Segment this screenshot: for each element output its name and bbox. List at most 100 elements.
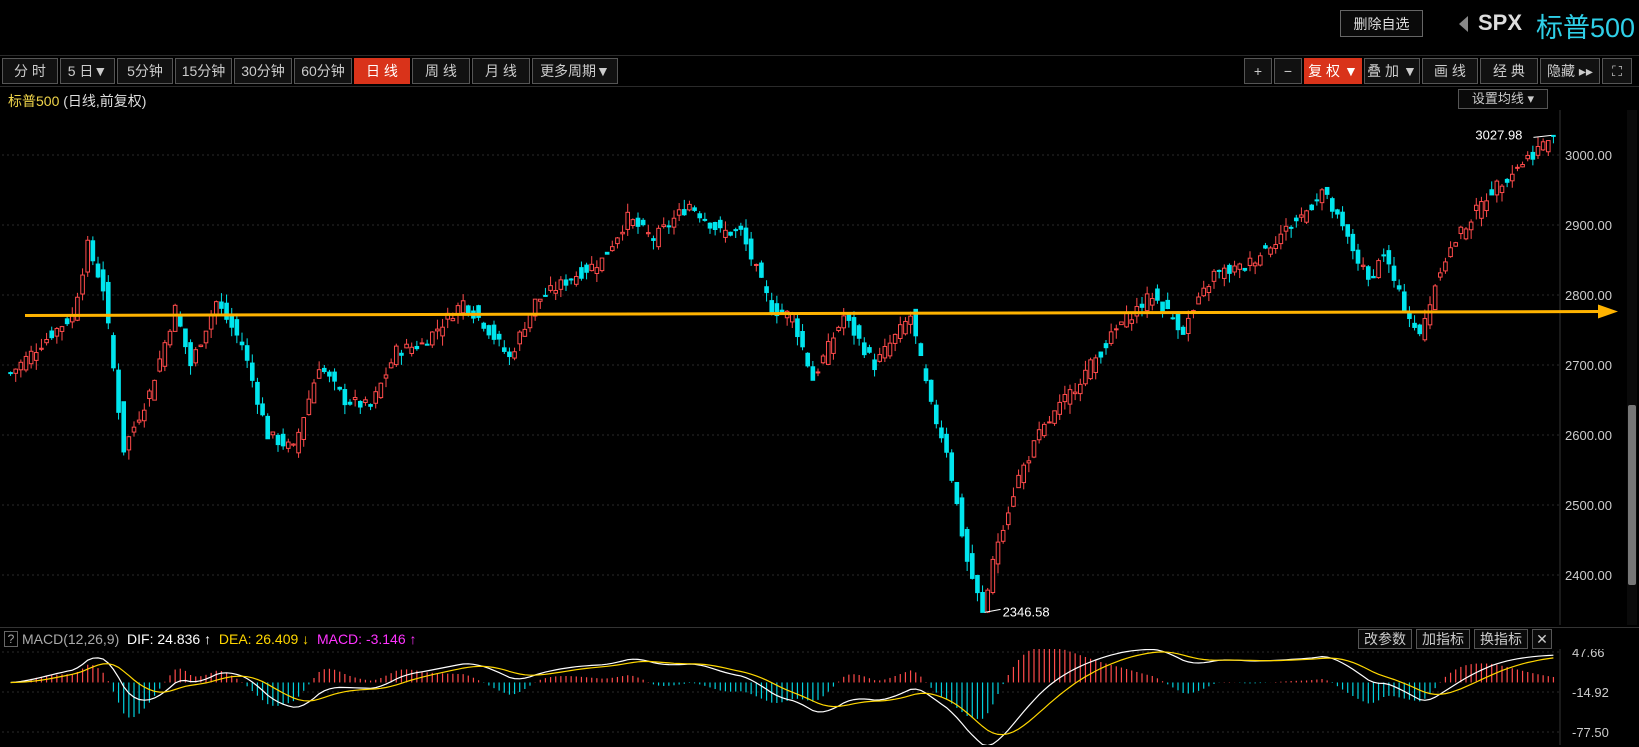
candle-body[interactable] [121, 401, 127, 453]
candle-body[interactable] [615, 237, 620, 245]
candle-body[interactable] [738, 225, 744, 230]
candle-body[interactable] [1350, 233, 1356, 252]
candle-body[interactable] [867, 347, 872, 353]
candle-body[interactable] [928, 379, 934, 402]
candle-body[interactable] [1448, 247, 1453, 258]
candle-body[interactable] [1365, 266, 1371, 280]
candle-body[interactable] [1432, 285, 1438, 311]
candle-body[interactable] [1437, 272, 1443, 278]
candle-body[interactable] [1041, 423, 1047, 437]
ma-settings-button[interactable]: 设置均线 ▾ [1458, 89, 1548, 109]
candle-body[interactable] [553, 290, 559, 294]
candle-body[interactable] [805, 352, 811, 367]
candle-body[interactable] [224, 302, 229, 320]
candle-body[interactable] [100, 269, 106, 292]
candle-body[interactable] [1088, 359, 1093, 380]
candle-body[interactable] [527, 313, 533, 329]
candle-body[interactable] [877, 354, 883, 362]
candle-body[interactable] [630, 219, 636, 226]
candle-body[interactable] [697, 213, 703, 219]
overlay-button[interactable]: 叠 加 ▼ [1364, 58, 1420, 84]
candle-body[interactable] [908, 315, 913, 325]
period-15min[interactable]: 15分钟 [175, 58, 232, 84]
candle-body[interactable] [368, 404, 373, 407]
price-chart[interactable]: 3000.00 2900.00 2800.00 2700.00 2600.00 2500.… [0, 110, 1627, 625]
candle-body[interactable] [301, 417, 307, 440]
candle-body[interactable] [748, 238, 754, 260]
candle-body[interactable] [609, 246, 615, 252]
candle-body[interactable] [501, 347, 507, 352]
candle-body[interactable] [239, 341, 245, 346]
help-icon[interactable]: ? [4, 631, 18, 647]
candle-body[interactable] [1268, 247, 1273, 255]
candle-body[interactable] [1422, 318, 1428, 341]
candle-body[interactable] [1453, 242, 1459, 247]
candle-body[interactable] [1484, 200, 1489, 212]
hide-button[interactable]: 隐藏 ▸▸ [1540, 58, 1600, 84]
candle-body[interactable] [1540, 141, 1546, 151]
candle-body[interactable] [954, 482, 960, 504]
candle-body[interactable] [49, 330, 55, 339]
prev-symbol-icon[interactable] [1459, 16, 1468, 32]
candle-body[interactable] [712, 222, 718, 231]
candle-body[interactable] [393, 345, 399, 366]
candle-body[interactable] [681, 209, 687, 216]
candle-body[interactable] [8, 372, 13, 375]
candle-body[interactable] [1113, 328, 1119, 331]
candle-body[interactable] [357, 400, 363, 408]
candle-body[interactable] [589, 263, 595, 272]
candle-body[interactable] [980, 591, 985, 613]
classic-button[interactable]: 经 典 [1480, 58, 1538, 84]
candle-body[interactable] [33, 352, 39, 361]
candle-body[interactable] [1401, 291, 1407, 311]
candle-body[interactable] [645, 232, 651, 235]
candle-body[interactable] [985, 589, 991, 613]
candle-body[interactable] [522, 328, 528, 337]
candle-body[interactable] [1304, 210, 1309, 223]
candle-body[interactable] [1257, 255, 1263, 266]
candle-body[interactable] [131, 426, 137, 433]
candle-body[interactable] [450, 318, 456, 322]
period-5min[interactable]: 5分钟 [117, 58, 173, 84]
candle-body[interactable] [404, 343, 409, 349]
candle-body[interactable] [995, 541, 1001, 565]
candle-body[interactable] [486, 325, 492, 336]
candle-body[interactable] [409, 346, 415, 354]
candle-body[interactable] [1499, 185, 1505, 194]
candle-body[interactable] [990, 558, 996, 594]
candle-body[interactable] [23, 355, 29, 371]
candle-body[interactable] [635, 217, 641, 227]
candle-body[interactable] [1196, 296, 1201, 305]
zoom-out-button[interactable]: − [1274, 58, 1302, 84]
candle-body[interactable] [810, 366, 816, 381]
candle-body[interactable] [563, 279, 569, 286]
candle-body[interactable] [975, 574, 980, 594]
candle-body[interactable] [1216, 269, 1222, 272]
candle-body[interactable] [1515, 166, 1520, 169]
candle-body[interactable] [969, 553, 975, 579]
period-daily[interactable]: 日 线 [354, 58, 410, 84]
candle-body[interactable] [1108, 331, 1114, 344]
candle-body[interactable] [28, 350, 34, 365]
candle-body[interactable] [836, 326, 841, 332]
candle-body[interactable] [496, 333, 502, 340]
candle-body[interactable] [743, 227, 749, 245]
candle-body[interactable] [1396, 285, 1402, 290]
candle-body[interactable] [440, 326, 445, 337]
candle-body[interactable] [347, 401, 353, 405]
macd-close-icon[interactable]: ✕ [1532, 629, 1552, 649]
candle-body[interactable] [1458, 226, 1464, 235]
candle-body[interactable] [692, 207, 697, 211]
candle-body[interactable] [229, 315, 235, 328]
candle-body[interactable] [769, 300, 775, 315]
candle-body[interactable] [234, 319, 240, 336]
candle-body[interactable] [311, 382, 317, 404]
candle-body[interactable] [933, 404, 939, 425]
period-5day[interactable]: 5 日▼ [60, 58, 115, 84]
candle-body[interactable] [1083, 369, 1088, 385]
candle-body[interactable] [1381, 254, 1387, 257]
candle-body[interactable] [918, 343, 924, 357]
candle-body[interactable] [1057, 401, 1063, 415]
candle-body[interactable] [167, 330, 173, 346]
macd-chart[interactable]: 47.66 -14.92 -77.50 [0, 649, 1639, 745]
